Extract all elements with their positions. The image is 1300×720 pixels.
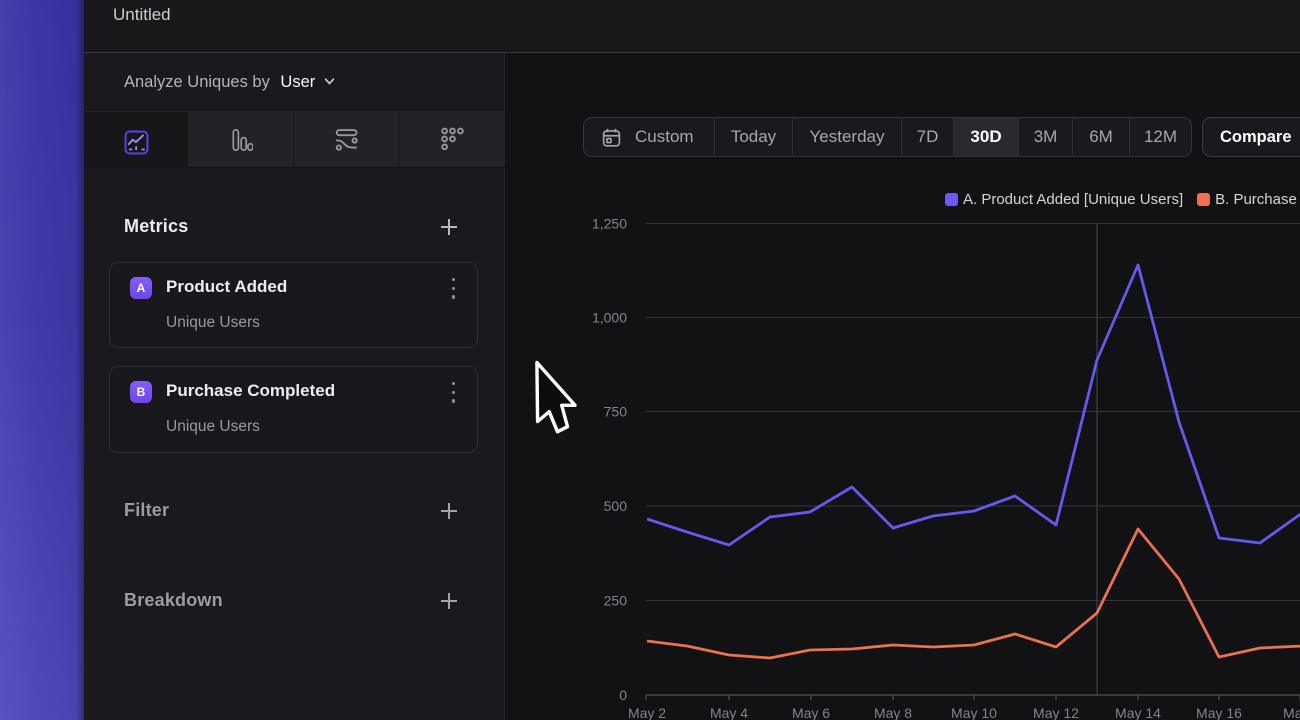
svg-text:May 8: May 8 (874, 705, 912, 720)
svg-text:1,250: 1,250 (592, 216, 627, 232)
svg-text:May 18: May 18 (1283, 705, 1300, 720)
svg-text:May 2: May 2 (628, 705, 666, 720)
svg-text:500: 500 (604, 498, 628, 514)
svg-text:250: 250 (604, 593, 628, 609)
svg-text:May 6: May 6 (792, 705, 830, 720)
svg-text:May 14: May 14 (1115, 705, 1161, 720)
svg-text:May 16: May 16 (1196, 705, 1242, 720)
svg-text:750: 750 (604, 404, 628, 420)
svg-text:1,000: 1,000 (592, 310, 627, 326)
svg-text:0: 0 (619, 687, 627, 703)
svg-text:May 12: May 12 (1033, 705, 1079, 720)
svg-text:May 4: May 4 (710, 705, 748, 720)
svg-text:May 10: May 10 (951, 705, 997, 720)
